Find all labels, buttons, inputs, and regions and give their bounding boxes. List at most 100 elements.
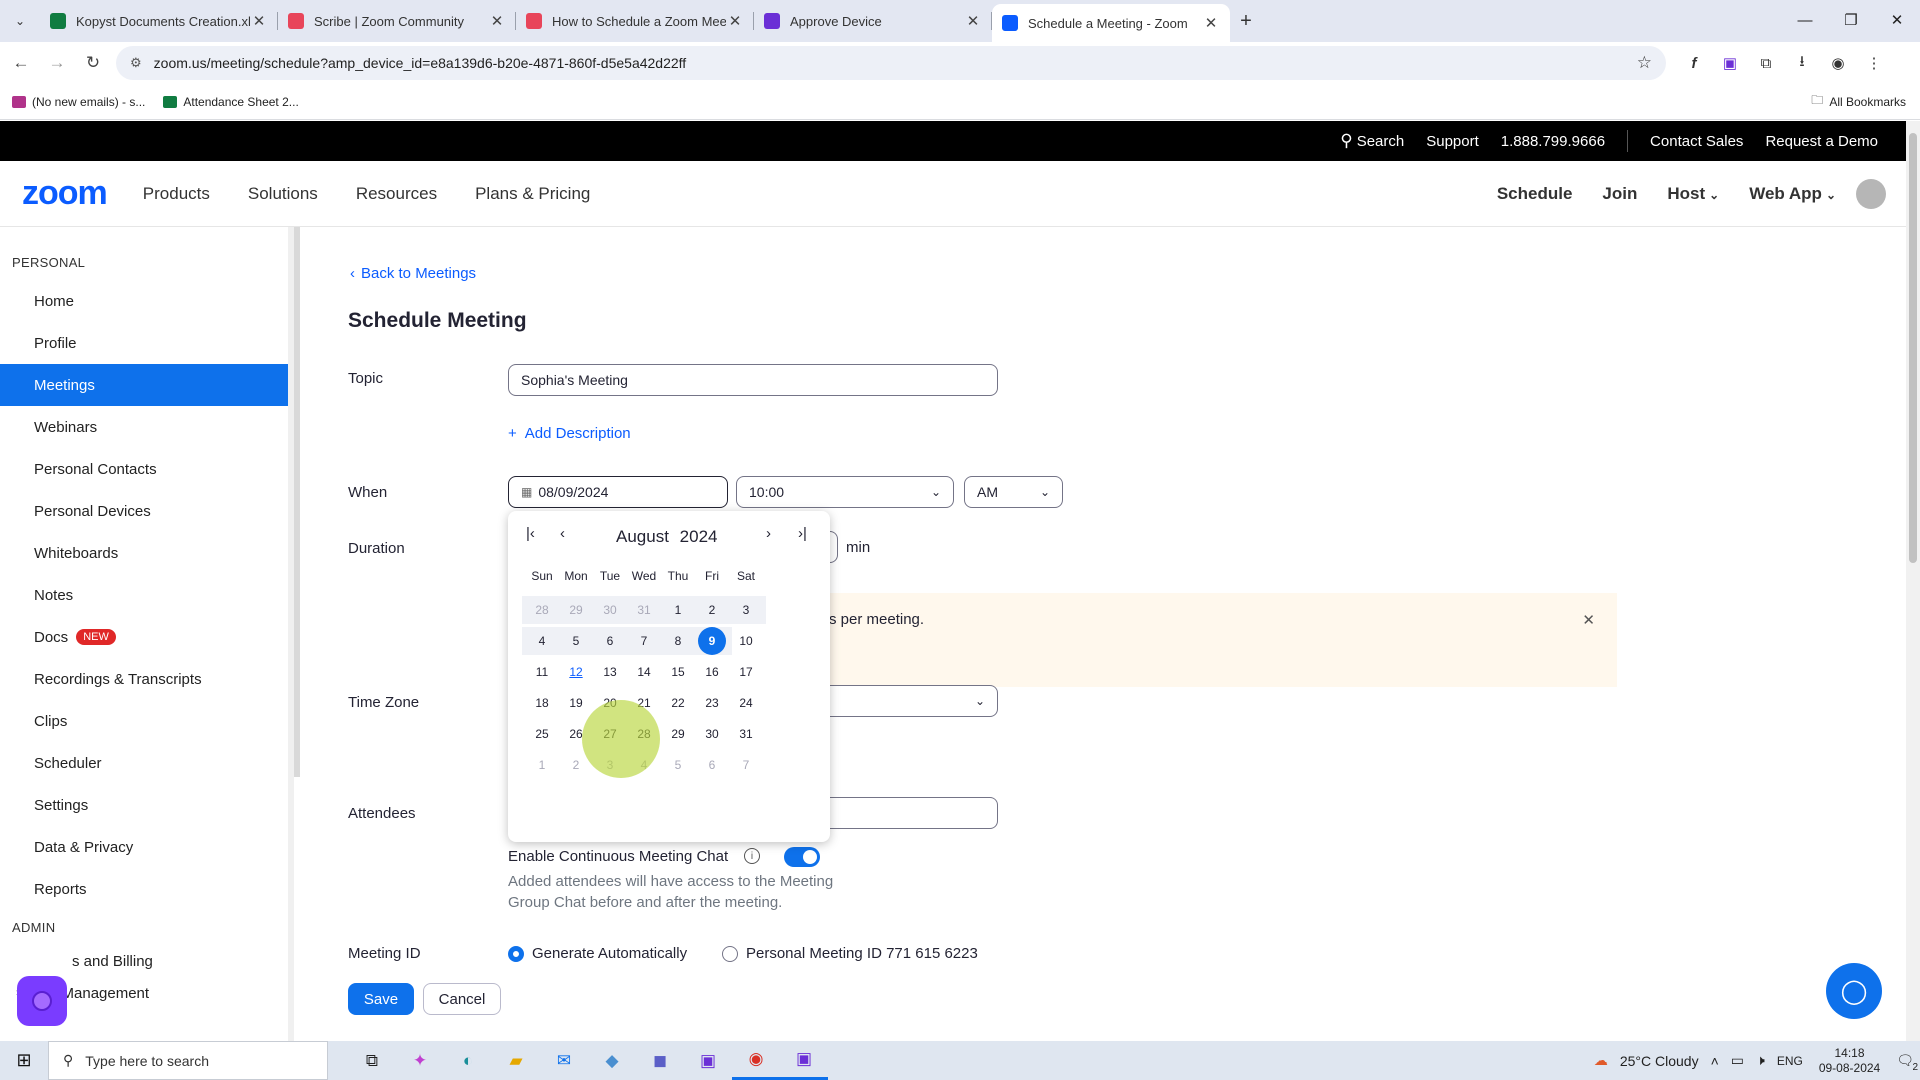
info-icon[interactable]: i [744, 848, 760, 864]
mail-icon[interactable]: ✉ [540, 1041, 588, 1080]
phone-link[interactable]: 1.888.799.9666 [1501, 133, 1605, 150]
sidebar-item-data-privacy[interactable]: Data & Privacy [0, 826, 288, 868]
nav-host[interactable]: Host ⌄ [1667, 184, 1719, 204]
contact-sales-link[interactable]: Contact Sales [1650, 133, 1743, 150]
clock[interactable]: 14:18 09-08-2024 [1819, 1046, 1880, 1076]
minimize-icon[interactable]: — [1782, 0, 1828, 40]
scrollbar-thumb[interactable] [1909, 133, 1917, 563]
back-arrow-icon[interactable]: ← [6, 48, 36, 78]
site-info-icon[interactable]: ⚙ [130, 55, 142, 71]
add-description-link[interactable]: + Add Description [508, 425, 631, 442]
extensions-puzzle-icon[interactable]: ⧉ [1748, 46, 1784, 80]
forward-arrow-icon[interactable]: → [42, 48, 72, 78]
sidebar-item-settings[interactable]: Settings [0, 784, 288, 826]
volume-icon[interactable]: 🕨 [1756, 1052, 1765, 1069]
topic-input[interactable]: Sophia's Meeting [508, 364, 998, 396]
url-text[interactable]: zoom.us/meeting/schedule?amp_device_id=e… [154, 55, 1637, 71]
sidebar-item-reports[interactable]: Reports [0, 868, 288, 910]
reload-icon[interactable]: ↻ [78, 48, 108, 78]
sidebar-item-whiteboards[interactable]: Whiteboards [0, 532, 288, 574]
time-select[interactable]: 10:00 ⌄ [736, 476, 954, 508]
url-bar[interactable]: ⚙ zoom.us/meeting/schedule?amp_device_id… [116, 46, 1666, 80]
tab-close-icon[interactable]: ✕ [1202, 14, 1220, 32]
sidebar-item-personal-devices[interactable]: Personal Devices [0, 490, 288, 532]
calendar-day[interactable]: 10 [726, 627, 766, 655]
weather-text[interactable]: 25°C Cloudy [1620, 1053, 1699, 1069]
page-scrollbar[interactable] [1906, 121, 1920, 1041]
calendar-day[interactable]: 3 [726, 596, 766, 624]
new-tab-button[interactable]: + [1230, 4, 1262, 38]
profile-avatar-icon[interactable]: ◉ [1820, 46, 1856, 80]
tab-close-icon[interactable]: ✕ [964, 12, 982, 30]
edge-icon[interactable]: ◐ [444, 1041, 492, 1080]
timezone-select[interactable]: ⌄ [820, 685, 998, 717]
back-to-meetings-link[interactable]: ‹ Back to Meetings [350, 265, 476, 282]
calendar-month[interactable]: August [616, 527, 669, 546]
all-bookmarks-button[interactable]: 🗀 All Bookmarks [1811, 91, 1906, 112]
bookmark-star-icon[interactable]: ☆ [1637, 53, 1652, 73]
windows-start-icon[interactable]: ⊞ [0, 1050, 48, 1071]
sidebar-item-recordings-transcripts[interactable]: Recordings & Transcripts [0, 658, 288, 700]
nav-web-app[interactable]: Web App ⌄ [1749, 184, 1836, 204]
browser-tab[interactable]: Scribe | Zoom Community ✕ [278, 4, 516, 38]
sidebar-item-profile[interactable]: Profile [0, 322, 288, 364]
app-icon[interactable]: ◆ [588, 1041, 636, 1080]
sidebar-item-webinars[interactable]: Webinars [0, 406, 288, 448]
nav-solutions[interactable]: Solutions [248, 184, 318, 204]
browser-tab[interactable]: How to Schedule a Zoom Meet ✕ [516, 4, 754, 38]
next-year-icon[interactable]: ›| [798, 525, 807, 542]
close-window-icon[interactable]: ✕ [1874, 0, 1920, 40]
cancel-button[interactable]: Cancel [423, 983, 501, 1015]
sidebar-item-personal-contacts[interactable]: Personal Contacts [0, 448, 288, 490]
generate-automatically-radio[interactable] [508, 946, 524, 962]
notification-icon[interactable]: 🗨 2 [1896, 1052, 1918, 1073]
task-view-icon[interactable]: ⧉ [348, 1041, 396, 1080]
browser-tab[interactable]: Schedule a Meeting - Zoom ✕ [992, 4, 1230, 42]
tab-close-icon[interactable]: ✕ [488, 12, 506, 30]
tab-search-chevron-icon[interactable]: ⌄ [0, 0, 40, 42]
browser-tab[interactable]: Approve Device ✕ [754, 4, 992, 38]
browser-menu-icon[interactable]: ⋮ [1856, 46, 1892, 80]
calendar-day[interactable]: 24 [726, 689, 766, 717]
chat-bubble-icon[interactable]: ◯ [1826, 963, 1882, 1019]
nav-products[interactable]: Products [143, 184, 210, 204]
next-month-icon[interactable]: › [766, 525, 771, 542]
search-link[interactable]: ⚲ Search [1340, 131, 1404, 151]
download-icon[interactable]: ⭳ [1784, 46, 1820, 80]
sidebar-item-home[interactable]: Home [0, 280, 288, 322]
file-explorer-icon[interactable]: ▰ [492, 1041, 540, 1080]
kopyst-app-icon[interactable]: ▣ [780, 1041, 828, 1080]
nav-resources[interactable]: Resources [356, 184, 437, 204]
support-link[interactable]: Support [1426, 133, 1479, 150]
calendar-day[interactable]: 31 [726, 720, 766, 748]
close-icon[interactable]: ✕ [1582, 611, 1595, 629]
personal-meeting-id-radio[interactable] [722, 946, 738, 962]
sidebar-item-clips[interactable]: Clips [0, 700, 288, 742]
nav-plans-pricing[interactable]: Plans & Pricing [475, 184, 590, 204]
copilot-icon[interactable]: ✦ [396, 1041, 444, 1080]
date-picker-input[interactable]: ▦ 08/09/2024 [508, 476, 728, 508]
bookmark-email[interactable]: (No new emails) - s... [12, 95, 145, 109]
chevron-up-icon[interactable]: ˄ [1711, 1053, 1719, 1069]
chrome-icon[interactable]: ◉ [732, 1041, 780, 1080]
network-icon[interactable]: ▭ [1731, 1052, 1744, 1069]
request-demo-link[interactable]: Request a Demo [1765, 133, 1878, 150]
ampm-select[interactable]: AM ⌄ [964, 476, 1063, 508]
bookmark-attendance[interactable]: Attendance Sheet 2... [163, 95, 299, 109]
tab-close-icon[interactable]: ✕ [250, 12, 268, 30]
continuous-chat-toggle[interactable] [784, 847, 820, 867]
avatar[interactable] [1856, 178, 1886, 209]
extension-f-icon[interactable]: f [1676, 46, 1712, 80]
sidebar-item-meetings[interactable]: Meetings [0, 364, 288, 406]
language-indicator[interactable]: ENG [1777, 1054, 1803, 1068]
nav-schedule[interactable]: Schedule [1497, 184, 1573, 204]
save-button[interactable]: Save [348, 983, 414, 1015]
restore-icon[interactable]: ❐ [1828, 0, 1874, 40]
browser-tab[interactable]: Kopyst Documents Creation.xlsx ✕ [40, 4, 278, 38]
calendar-day[interactable]: 17 [726, 658, 766, 686]
calendar-year[interactable]: 2024 [680, 527, 718, 546]
prev-year-icon[interactable]: |‹ [526, 525, 535, 542]
teams-icon[interactable]: ◼ [636, 1041, 684, 1080]
sidebar-item-docs[interactable]: Docs NEW [0, 616, 288, 658]
sidebar-item-billing[interactable]: s and Billing [0, 943, 288, 979]
